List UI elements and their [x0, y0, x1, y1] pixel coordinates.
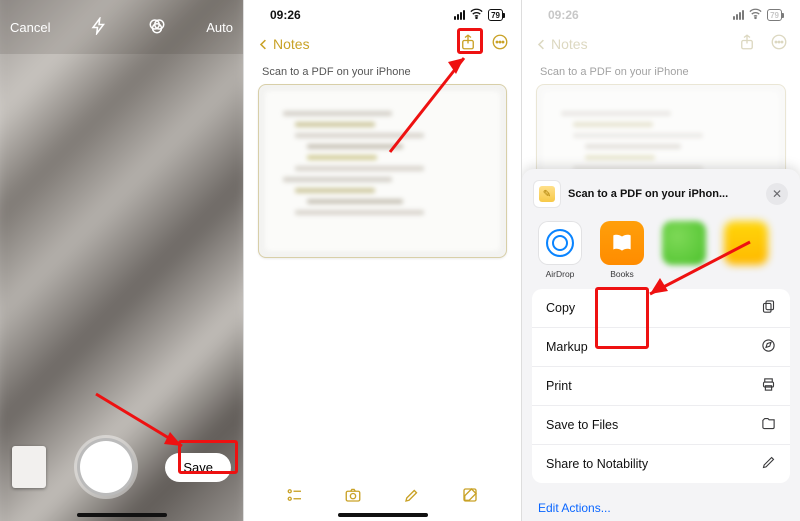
camera-bottom-bar: Save — [0, 431, 243, 521]
wifi-icon — [469, 6, 484, 24]
pencil-icon — [761, 455, 776, 473]
app-label: Books — [610, 269, 634, 279]
filter-icon[interactable] — [148, 17, 166, 38]
books-icon — [600, 221, 644, 265]
action-label: Copy — [546, 301, 575, 315]
close-icon[interactable]: ✕ — [766, 183, 788, 205]
app-airdrop[interactable]: AirDrop — [536, 221, 584, 279]
app-label — [683, 269, 685, 279]
app-blurred-2[interactable] — [722, 221, 770, 279]
action-save-to-files[interactable]: Save to Files — [532, 405, 790, 444]
share-icon[interactable] — [459, 33, 477, 56]
copy-icon — [761, 299, 776, 317]
scan-camera-screen: Cancel Auto Save — [0, 0, 243, 521]
signal-icon — [733, 10, 744, 20]
back-button: Notes — [534, 36, 588, 52]
signal-icon — [454, 10, 465, 20]
note-title: Scan to a PDF on your iPhone — [244, 58, 521, 84]
checklist-icon[interactable] — [286, 486, 304, 509]
share-sheet-header: ✎ Scan to a PDF on your iPhon... ✕ — [522, 177, 800, 217]
status-time: 09:26 — [270, 8, 301, 22]
edit-actions-link[interactable]: Edit Actions... — [522, 491, 800, 517]
print-icon — [761, 377, 776, 395]
notes-nav-bar: Notes — [522, 30, 800, 58]
status-bar: 09:26 79 — [244, 0, 521, 30]
app-label: AirDrop — [546, 269, 575, 279]
notes-note-screen: 09:26 79 Notes Scan to a PDF on your iPh… — [243, 0, 522, 521]
status-icons: 79 — [454, 6, 503, 24]
action-copy[interactable]: Copy — [532, 289, 790, 327]
cancel-button[interactable]: Cancel — [10, 20, 50, 35]
action-print[interactable]: Print — [532, 366, 790, 405]
app-label — [745, 269, 747, 279]
battery-icon: 79 — [488, 9, 503, 21]
home-indicator[interactable] — [338, 513, 428, 517]
auto-button[interactable]: Auto — [206, 20, 233, 35]
notes-bottom-toolbar — [244, 486, 521, 509]
notes-share-sheet-screen: 09:26 79 Notes Sca — [522, 0, 800, 521]
flash-icon[interactable] — [90, 17, 108, 38]
action-label: Save to Files — [546, 418, 618, 432]
camera-top-bar: Cancel Auto — [0, 0, 243, 54]
action-label: Print — [546, 379, 572, 393]
more-icon — [770, 33, 788, 56]
wifi-icon — [748, 6, 763, 24]
scan-thumbnail[interactable] — [12, 446, 46, 488]
back-label: Notes — [273, 36, 310, 52]
action-label: Markup — [546, 340, 588, 354]
status-bar: 09:26 79 — [522, 0, 800, 30]
scanned-document-preview — [265, 91, 500, 251]
home-indicator[interactable] — [77, 513, 167, 517]
share-action-list: Copy Markup Print Save to Files — [532, 289, 790, 483]
note-title: Scan to a PDF on your iPhone — [522, 58, 800, 84]
action-share-notability[interactable]: Share to Notability — [532, 444, 790, 483]
markup-toolbar-icon[interactable] — [403, 486, 421, 509]
app-blurred-1[interactable] — [660, 221, 708, 279]
notes-app-mini-icon: ✎ — [539, 186, 555, 202]
app-books[interactable]: Books — [598, 221, 646, 279]
action-markup[interactable]: Markup — [532, 327, 790, 366]
compose-icon[interactable] — [461, 486, 479, 509]
scanned-document-card[interactable] — [258, 84, 507, 258]
blurred-app-icon — [662, 221, 706, 265]
status-icons: 79 — [733, 6, 782, 24]
share-sheet-thumbnail: ✎ — [534, 181, 560, 207]
shutter-button[interactable] — [77, 438, 135, 496]
blurred-app-icon — [724, 221, 768, 265]
share-sheet-title: Scan to a PDF on your iPhon... — [568, 188, 758, 200]
markup-icon — [761, 338, 776, 356]
save-button[interactable]: Save — [165, 453, 231, 482]
battery-icon: 79 — [767, 9, 782, 21]
share-sheet: ✎ Scan to a PDF on your iPhon... ✕ AirDr… — [522, 169, 800, 521]
more-icon[interactable] — [491, 33, 509, 56]
back-button[interactable]: Notes — [256, 36, 310, 52]
share-icon — [738, 33, 756, 56]
folder-icon — [761, 416, 776, 434]
airdrop-icon — [538, 221, 582, 265]
share-app-row: AirDrop Books — [522, 217, 800, 289]
notes-nav-bar: Notes — [244, 30, 521, 58]
back-label: Notes — [551, 36, 588, 52]
action-label: Share to Notability — [546, 457, 648, 471]
status-time: 09:26 — [548, 8, 579, 22]
camera-icon[interactable] — [344, 486, 362, 509]
